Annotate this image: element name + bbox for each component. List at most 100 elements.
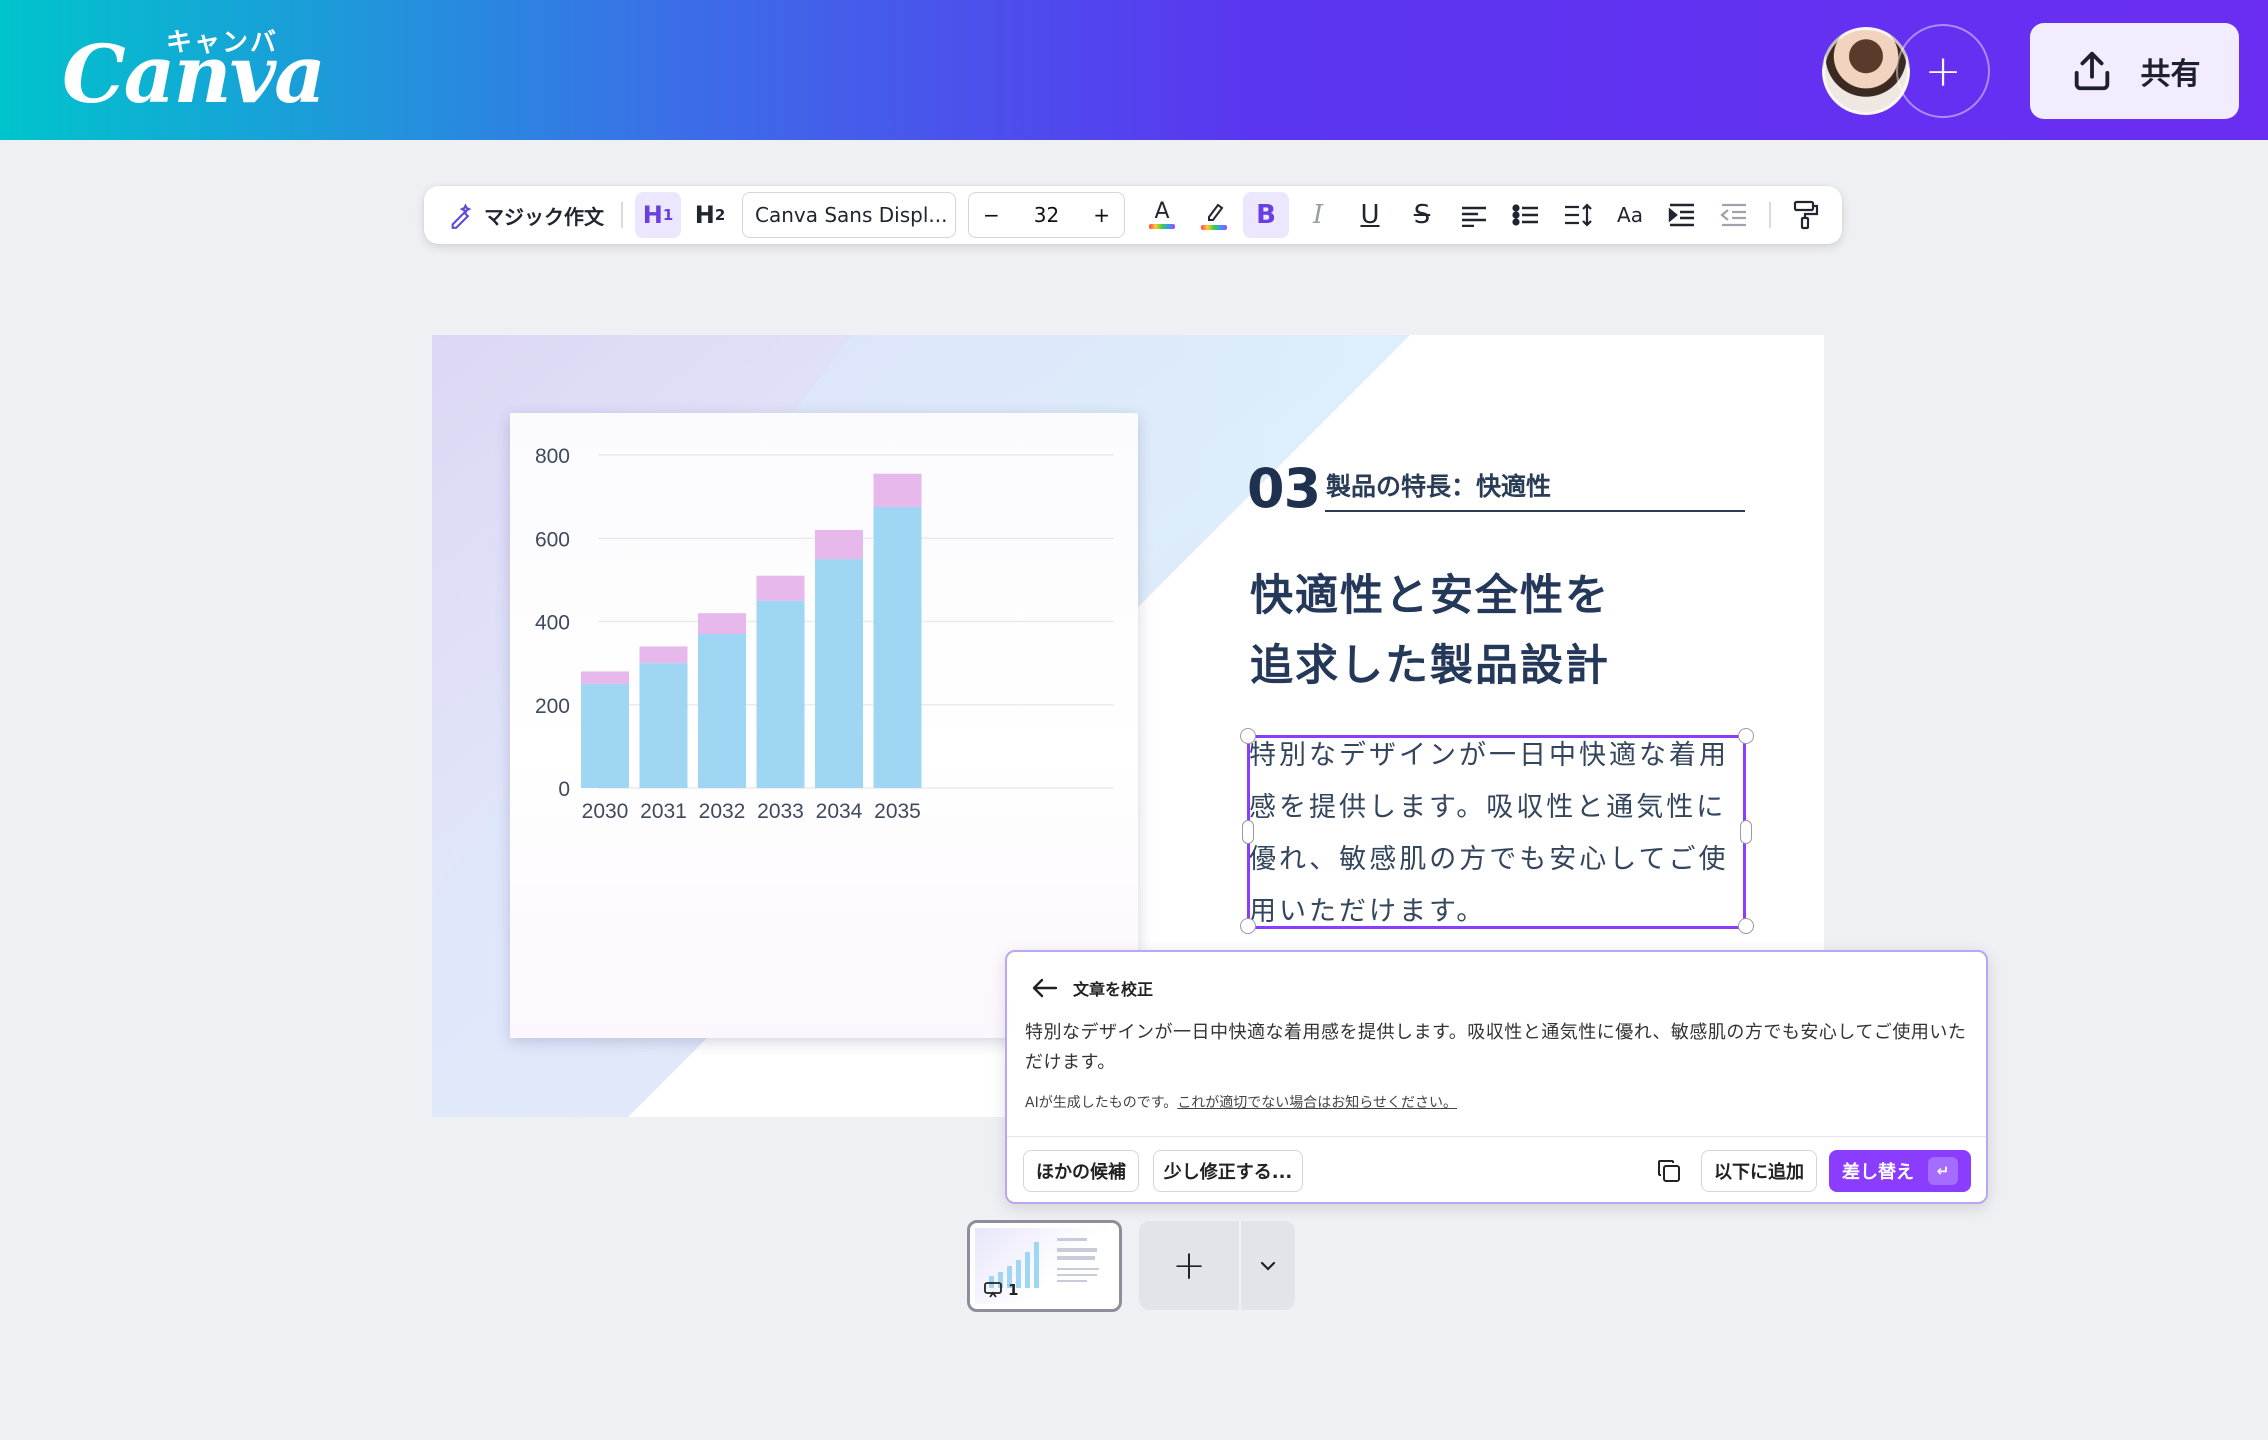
bar (698, 613, 746, 634)
copy-style-button[interactable] (1783, 192, 1829, 238)
indent-icon (1668, 203, 1694, 227)
highlight-button[interactable] (1191, 192, 1237, 238)
strikethrough-button[interactable]: S (1399, 192, 1445, 238)
bar (581, 671, 629, 684)
copy-icon (1658, 1160, 1680, 1182)
y-tick-label: 200 (535, 695, 570, 718)
line-spacing-button[interactable] (1555, 192, 1601, 238)
text-color-glyph: A (1154, 198, 1170, 224)
text-format-toolbar: マジック作文 H1 H2 Canva Sans Displ... − 32 + … (424, 186, 1842, 244)
x-tick-label: 2033 (757, 800, 804, 823)
bar-chart: 0 200 400 600 800 2030 2031 2032 2033 2034 2035 (535, 445, 1114, 823)
y-tick-label: 600 (535, 528, 570, 551)
h1-glyph: H (642, 201, 663, 229)
panel-divider (1007, 1136, 1986, 1137)
outdent-icon (1720, 203, 1746, 227)
y-tick-label: 800 (535, 445, 570, 468)
proofread-suggestion: 特別なデザインが一日中快適な着用感を提供します。吸収性と通気性に優れ、敏感肌の方… (1025, 1022, 1967, 1073)
top-bar: キャンバ Canva + 共有 (0, 0, 2268, 140)
copy-button[interactable] (1649, 1150, 1689, 1192)
replace-button[interactable]: 差し替え ↵ (1829, 1150, 1971, 1192)
share-label: 共有 (2140, 57, 2201, 92)
add-collaborator-button[interactable]: + (1896, 24, 1990, 118)
toolbar-separator (621, 202, 623, 228)
heading2-button[interactable]: H2 (687, 192, 733, 238)
heading1-button[interactable]: H1 (635, 192, 681, 238)
page-thumbnail[interactable]: 1 (967, 1220, 1122, 1312)
y-tick-label: 400 (535, 612, 570, 635)
logo-wordmark: Canva (62, 27, 326, 121)
back-button[interactable] (1027, 970, 1063, 1006)
bar (756, 575, 805, 601)
presenter-notes-icon (984, 1282, 1002, 1298)
x-tick-label: 2031 (640, 800, 687, 823)
indent-button[interactable] (1659, 192, 1705, 238)
y-tick-label: 0 (558, 778, 570, 801)
proofread-title: 文章を校正 (1073, 980, 1154, 999)
bar (698, 633, 746, 788)
bar (639, 646, 688, 664)
bar (815, 529, 863, 560)
outdent-button[interactable] (1711, 192, 1757, 238)
h1-sub: 1 (662, 206, 674, 224)
heading-underline (1325, 510, 1745, 512)
ai-note-text: AIが生成したものです。 (1025, 1095, 1178, 1111)
font-size-decrease[interactable]: − (983, 203, 1000, 227)
bar-chart-card[interactable]: 0 200 400 600 800 2030 2031 2032 2033 2034 2035 (510, 413, 1138, 1038)
body-text-box[interactable]: 特別なデザインが一日中快適な着用感を提供します。吸収性と通気性に優れ、敏感肌の方… (1249, 730, 1747, 938)
chevron-down-icon (1260, 1261, 1276, 1271)
x-tick-label: 2030 (582, 800, 629, 823)
arrow-left-icon (1032, 978, 1058, 998)
bar (815, 559, 863, 788)
align-left-button[interactable] (1451, 192, 1497, 238)
ai-note: AIが生成したものです。これが適切でない場合はお知らせください。 (1025, 1092, 1457, 1112)
magic-pen-icon (451, 203, 472, 229)
x-tick-label: 2032 (699, 800, 746, 823)
font-size-stepper[interactable]: − 32 + (968, 192, 1125, 238)
upload-icon (2074, 51, 2109, 91)
italic-button[interactable]: I (1295, 192, 1341, 238)
page-options-button[interactable] (1241, 1221, 1295, 1310)
magic-write-button[interactable]: マジック作文 (440, 192, 612, 238)
rainbow-bar-icon (1201, 224, 1227, 230)
font-family-select[interactable]: Canva Sans Displ... (742, 192, 956, 238)
bar (873, 507, 922, 788)
proofread-panel: 文章を校正 特別なデザインが一日中快適な着用感を提供します。吸収性と通気性に優れ… (1005, 950, 1988, 1204)
bar (581, 683, 629, 788)
other-suggestions-button[interactable]: ほかの候補 (1023, 1150, 1139, 1192)
section-heading[interactable]: 製品の特長：快適性 (1326, 467, 1551, 503)
font-size-value[interactable]: 32 (1034, 203, 1059, 227)
bar (756, 600, 805, 788)
rainbow-bar-icon (1149, 223, 1175, 229)
underline-button[interactable]: U (1347, 192, 1393, 238)
enter-key-icon: ↵ (1928, 1157, 1958, 1185)
report-link[interactable]: これが適切でない場合はお知らせください。 (1177, 1095, 1457, 1111)
page-number-label: 1 (1008, 1281, 1019, 1299)
bold-button[interactable]: B (1243, 192, 1289, 238)
page-number: 1 (984, 1281, 1018, 1299)
section-number[interactable]: 03 (1247, 457, 1321, 520)
replace-label: 差し替え (1842, 1162, 1914, 1183)
title-line-1: 快適性と安全性を (1250, 571, 1610, 621)
align-left-icon (1462, 206, 1486, 227)
bullet-list-icon (1512, 204, 1538, 226)
h2-sub: 2 (714, 206, 726, 224)
slide-title[interactable]: 快適性と安全性を 追求した製品設計 (1250, 561, 1730, 701)
adjust-button[interactable]: 少し修正する... (1153, 1150, 1303, 1192)
bar (639, 663, 688, 788)
x-tick-label: 2034 (816, 800, 863, 823)
font-size-increase[interactable]: + (1093, 203, 1110, 227)
x-tick-label: 2035 (874, 800, 921, 823)
paint-roller-icon (1793, 200, 1819, 230)
title-line-2: 追求した製品設計 (1250, 641, 1610, 691)
share-button[interactable]: 共有 (2030, 23, 2239, 119)
add-page-button[interactable]: + (1139, 1221, 1239, 1310)
magic-write-label: マジック作文 (484, 204, 604, 229)
text-color-button[interactable]: A (1139, 192, 1185, 238)
line-spacing-icon (1565, 203, 1592, 227)
letter-spacing-button[interactable]: Aa (1607, 192, 1653, 238)
append-below-button[interactable]: 以下に追加 (1701, 1150, 1817, 1192)
h2-glyph: H (694, 201, 715, 229)
bullet-list-button[interactable] (1503, 192, 1549, 238)
bar (873, 473, 922, 508)
